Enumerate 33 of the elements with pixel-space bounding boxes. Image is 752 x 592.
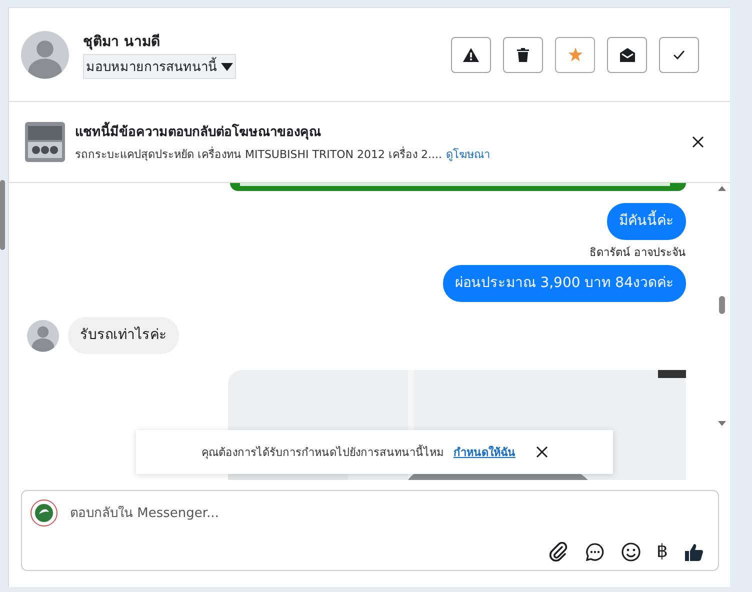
check-icon [673,50,685,60]
ad-description: รถกระบะแคปสุดประหยัด เครื่องทน MITSUBISHI TRITON 2012 เครื่อง 2.... ดูโฆษณา [75,146,491,163]
warning-button[interactable] [451,36,491,72]
trash-button[interactable] [503,36,543,72]
message-bubble: ผ่อนประมาณ 3,900 บาท 84งวดค่ะ [442,265,686,302]
close-icon[interactable] [692,136,704,148]
sender-name: ธิดารัตน์ อาจประจัน [590,245,686,261]
logo-icon [30,499,58,527]
assign-question: คุณต้องการได้รับการกำหนดไปยังการสนทนานี้ไหม [202,444,444,461]
warning-icon [463,48,479,62]
check-button[interactable] [659,36,699,72]
view-ad-link[interactable]: ดูโฆษณา [446,148,490,161]
smiley-icon[interactable] [620,542,641,562]
avatar-image [21,30,69,78]
avatar-image [27,320,59,352]
chat-bubble-icon[interactable] [584,542,605,562]
thumbs-up-icon[interactable] [684,542,704,562]
close-icon[interactable] [536,446,548,458]
star-icon [568,47,582,62]
open-envelope-icon [620,48,634,62]
message-bubble: มีคันนี้ค่ะ [607,203,686,240]
contact-name: ชุติมา นามดี [83,32,161,52]
message-bubble: รับรถเท่าไรค่ะ [68,317,179,354]
assign-to-me-link[interactable]: กำหนดให้ฉัน [454,443,516,461]
caret-icon [221,62,233,70]
star-button[interactable] [555,36,595,72]
envelope-button[interactable] [607,36,647,72]
ad-notice-title: แชทนี้มีข้อความตอบกลับต่อโฆษณาของคุณ [75,121,692,142]
scrollbar-thumb[interactable] [0,180,5,250]
paperclip-icon[interactable] [548,542,569,562]
trash-icon [517,48,529,62]
assign-dropdown[interactable]: มอบหมายการสนทนานี้ [83,54,236,79]
baht-button[interactable]: ฿ [656,542,668,562]
